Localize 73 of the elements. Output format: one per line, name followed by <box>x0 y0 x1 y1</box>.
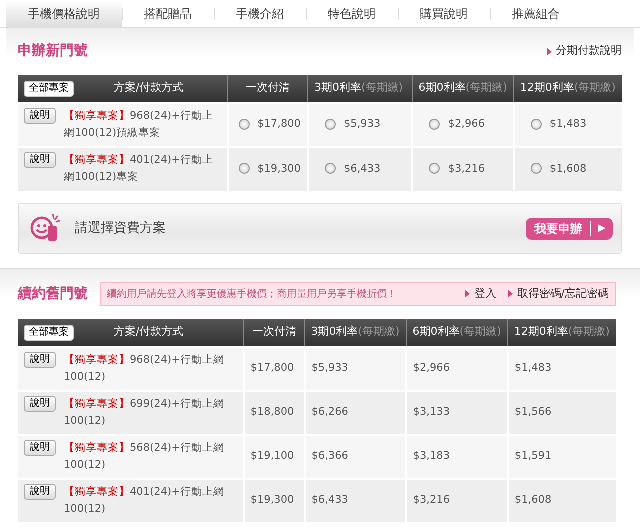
plan-text: 【獨享專案】401(24)+行動上網100(12)專案 <box>64 153 214 185</box>
info-button[interactable]: 說明 <box>24 152 56 168</box>
price-text: $19,300 <box>258 162 301 175</box>
info-button[interactable]: 說明 <box>24 352 56 368</box>
radio-button[interactable] <box>530 163 542 174</box>
section-title: 申辦新門號 <box>18 42 88 61</box>
price-text: $19,100 <box>250 450 294 462</box>
column-header: 方案/付款方式 <box>114 325 184 338</box>
price-text: $6,366 <box>312 450 348 462</box>
radio-button[interactable] <box>324 163 336 174</box>
filter-button[interactable]: 全部專案 <box>24 325 74 341</box>
price-text: $1,591 <box>514 450 552 462</box>
tab[interactable]: 推薦組合 <box>490 0 582 27</box>
column-header: 12期0利率(每期繳) <box>520 81 616 94</box>
price-text: $6,266 <box>312 406 348 418</box>
price-text: $3,216 <box>448 162 486 175</box>
prompt-text: 請選擇資費方案 <box>75 220 167 238</box>
price-text: $1,483 <box>550 118 587 130</box>
column-header: 一次付清 <box>252 325 296 338</box>
price-text: $3,216 <box>413 494 450 506</box>
price-text: $1,608 <box>550 162 587 175</box>
info-button[interactable]: 說明 <box>24 396 56 412</box>
column-header: 3期0利率(每期繳) <box>311 325 400 338</box>
price-text: $6,433 <box>312 494 348 506</box>
info-button[interactable]: 說明 <box>24 440 56 456</box>
notice-text: 續約用戶請先登入將享更優惠手機價；商用量用戶另享手機折價！ <box>107 288 398 302</box>
info-button[interactable]: 說明 <box>24 484 56 500</box>
plan-text: 【獨享專案】968(24)+行動上網100(12) <box>64 353 226 385</box>
plan-text: 【獨享專案】568(24)+行動上網100(12) <box>64 441 226 473</box>
column-header: 6期0利率(每期繳) <box>418 81 508 94</box>
price-text: $6,433 <box>344 162 381 175</box>
tab[interactable]: 搭配贈品 <box>122 0 214 27</box>
tab[interactable]: 手機介紹 <box>214 0 306 27</box>
price-text: $3,183 <box>413 450 450 462</box>
price-text: $2,966 <box>413 362 450 374</box>
price-text: $5,933 <box>312 362 348 374</box>
radio-button[interactable] <box>238 118 250 130</box>
tab[interactable]: 手機價格說明 <box>6 0 122 27</box>
column-header: 方案/付款方式 <box>114 81 184 94</box>
info-button[interactable]: 說明 <box>24 108 56 124</box>
price-text: $19,300 <box>250 494 294 506</box>
price-text: $3,133 <box>413 406 450 418</box>
column-header: 12期0利率(每期繳) <box>514 325 610 338</box>
account-link[interactable]: 取得密碼/忘記密碼 <box>508 286 609 302</box>
radio-button[interactable] <box>324 118 336 130</box>
price-text: $17,800 <box>258 118 301 130</box>
price-text: $5,933 <box>344 118 381 130</box>
plan-text: 【獨享專案】699(24)+行動上網100(12) <box>64 397 226 429</box>
column-header: 一次付清 <box>246 81 290 94</box>
price-text: $17,800 <box>250 362 294 374</box>
chevron-icon <box>508 290 514 300</box>
section-title: 續約舊門號 <box>18 284 88 304</box>
price-text: $1,483 <box>514 362 552 374</box>
price-text: $1,608 <box>514 494 552 506</box>
tab[interactable]: 購買說明 <box>398 0 490 27</box>
column-header: 6期0利率(每期繳) <box>412 325 502 338</box>
column-header: 3期0利率(每期繳) <box>314 81 404 94</box>
price-text: $1,566 <box>514 406 552 418</box>
price-text: $2,966 <box>448 118 486 130</box>
radio-button[interactable] <box>429 163 440 174</box>
plan-text: 【獨享專案】401(24)+行動上網100(12) <box>64 485 226 517</box>
tab[interactable]: 特色說明 <box>306 0 398 27</box>
apply-button[interactable]: 我要申辦 ▶ <box>526 218 613 240</box>
installment-link[interactable]: 分期付款說明 <box>547 43 622 60</box>
radio-button[interactable] <box>429 118 440 130</box>
price-text: $18,800 <box>250 406 294 418</box>
plan-text: 【獨享專案】968(24)+行動上網100(12)預繳專案 <box>64 109 214 141</box>
chevron-icon <box>465 290 470 300</box>
radio-button[interactable] <box>530 118 542 130</box>
filter-button[interactable]: 全部專案 <box>24 81 74 97</box>
radio-button[interactable] <box>238 163 250 174</box>
chevron-icon <box>547 47 552 58</box>
account-link[interactable]: 登入 <box>465 286 496 302</box>
